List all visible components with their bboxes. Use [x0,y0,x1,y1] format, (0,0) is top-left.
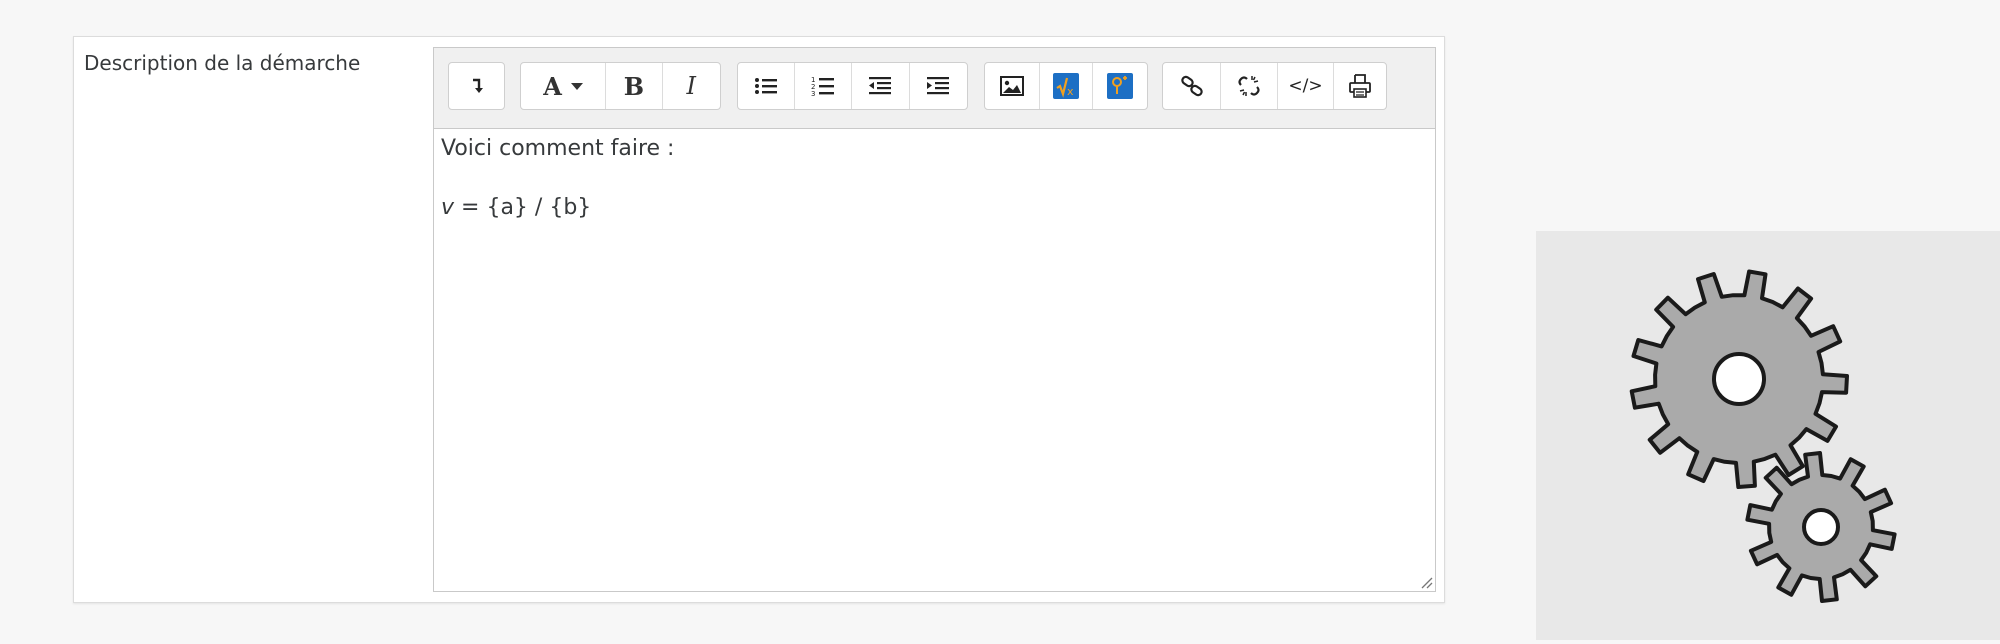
bold-button[interactable]: B [606,63,663,109]
toolbar-group-style: A B I [520,62,721,110]
link-icon [1180,75,1203,97]
print-button[interactable] [1334,63,1386,109]
toolbar-group-links: </> [1162,62,1387,110]
indent-icon [927,77,950,95]
toolbar-group-insert: x [984,62,1148,110]
html-source-button[interactable]: </> [1278,63,1334,109]
small-gear-hole [1802,508,1840,546]
unordered-list-button[interactable] [738,63,795,109]
resize-handle-icon[interactable] [1419,575,1433,589]
bold-icon: B [623,71,644,101]
form-panel: Description de la démarche A B I 1 2 3 x… [73,36,1445,603]
toolbar-group-lists: 1 2 3 [737,62,968,110]
gears-icon [1629,269,1897,603]
image-button[interactable] [985,63,1041,109]
svg-text:3: 3 [811,90,815,97]
rich-text-editor: A B I 1 2 3 x </> Voici comment faire: … [433,47,1436,592]
formula-variable: v [441,195,455,220]
italic-icon: I [686,72,697,100]
indent-button[interactable] [910,63,967,109]
formula-expression: = {a} / {b} [454,195,592,220]
content-line-1: Voici comment faire : [441,136,675,161]
outdent-button[interactable] [852,63,910,109]
link-button[interactable] [1163,63,1221,109]
large-gear-hole [1712,352,1766,406]
content-line-2: v = {a} / {b} [441,195,591,220]
editor-content[interactable]: Voici comment faire : v = {a} / {b} [434,129,1435,591]
outdent-icon [869,77,892,95]
wiris-chem-icon [1106,73,1133,99]
equation-button[interactable]: x [1040,63,1093,109]
ordered-list-button[interactable]: 1 2 3 [795,63,853,109]
caret-down-icon [570,82,583,90]
italic-button[interactable]: I [663,63,720,109]
small-gear [1745,451,1897,603]
chem-formula-button[interactable] [1093,63,1147,109]
collapse-button[interactable] [449,63,504,109]
toolbar-group-collapse [448,62,505,110]
unordered-list-icon [754,78,777,94]
field-label: Description de la démarche [84,51,361,75]
unlink-button[interactable] [1221,63,1278,109]
font-style-icon: A [543,71,562,101]
print-icon [1349,74,1371,98]
svg-text:x: x [1067,85,1074,98]
font-style-button[interactable]: A [521,63,607,109]
ordered-list-icon: 1 2 3 [811,76,834,97]
unlink-icon [1238,76,1260,96]
collapse-icon [472,78,483,93]
equation-icon: x [1053,73,1079,99]
html-icon: </> [1288,76,1323,96]
gears-illustration [1536,231,2000,640]
editor-toolbar: A B I 1 2 3 x </> [434,48,1435,129]
image-icon [1000,76,1025,96]
